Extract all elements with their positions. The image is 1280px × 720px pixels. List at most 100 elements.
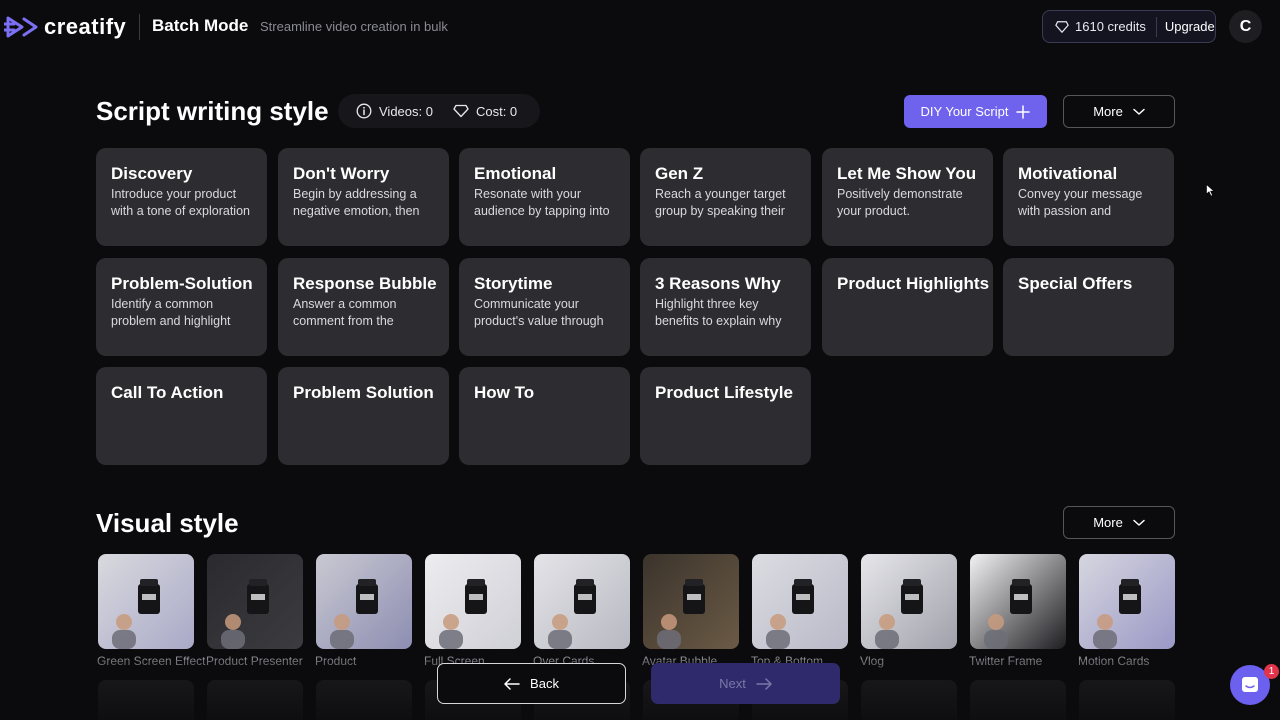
script-style-title: Special Offers — [1018, 274, 1133, 293]
brand-logo[interactable]: creatify — [4, 14, 126, 40]
script-style-card[interactable]: Storytime Communicate your product's valu… — [459, 258, 630, 356]
script-style-card[interactable]: Motivational Convey your message with pas… — [1003, 148, 1174, 246]
script-style-title: Product Lifestyle — [655, 383, 793, 402]
visual-style-thumbnail[interactable] — [98, 554, 194, 649]
script-style-card[interactable]: Product Lifestyle — [640, 367, 811, 465]
upgrade-button[interactable]: Upgrade — [1165, 19, 1215, 34]
page-title: Batch Mode — [152, 16, 249, 35]
videos-count: Videos: 0 — [379, 103, 433, 119]
visual-style-thumbnail[interactable] — [207, 554, 303, 649]
product-jar-icon — [439, 579, 487, 649]
script-style-card[interactable]: Call To Action — [96, 367, 267, 465]
script-style-description: Resonate with your audience by tapping i… — [474, 187, 610, 218]
visual-style-thumbnail[interactable] — [1079, 554, 1175, 649]
visual-style-thumbnail[interactable] — [425, 554, 521, 649]
product-jar-icon — [1093, 579, 1141, 649]
stats-pill: Videos: 0 Cost: 0 — [338, 94, 540, 128]
back-label: Back — [530, 676, 559, 691]
gem-icon — [1055, 20, 1069, 33]
videos-stat: Videos: 0 — [356, 103, 433, 119]
script-more-button[interactable]: More — [1063, 95, 1175, 128]
diy-script-button[interactable]: DIY Your Script — [904, 95, 1047, 128]
script-style-title: Storytime — [474, 274, 553, 293]
brand-name: creatify — [44, 14, 127, 39]
script-style-description: Communicate your product's value through — [474, 297, 604, 328]
product-jar-icon — [875, 579, 923, 649]
chat-notification-badge: 1 — [1264, 664, 1279, 679]
script-style-card[interactable]: Response Bubble Answer a common comment f… — [278, 258, 449, 356]
script-style-title: Let Me Show You — [837, 164, 977, 183]
arrow-left-icon — [504, 677, 520, 690]
script-style-title: Don't Worry — [293, 164, 390, 183]
script-style-card[interactable]: Problem-Solution Identify a common proble… — [96, 258, 267, 356]
product-jar-icon — [548, 579, 596, 649]
script-style-card[interactable]: 3 Reasons Why Highlight three key benefit… — [640, 258, 811, 356]
product-jar-icon — [657, 579, 705, 649]
script-style-title: Response Bubble — [293, 274, 437, 293]
script-style-description: Highlight three key benefits to explain … — [655, 297, 782, 328]
script-style-title: How To — [474, 383, 535, 402]
script-style-card[interactable]: Don't Worry Begin by addressing a negativ… — [278, 148, 449, 246]
page-subtitle: Streamline video creation in bulk — [260, 19, 448, 34]
script-style-description: Convey your message with passion and — [1018, 187, 1143, 218]
script-style-title: Emotional — [474, 164, 557, 183]
credits-count: 1610 credits — [1075, 19, 1146, 34]
arrow-right-icon — [756, 677, 772, 690]
script-style-title: Call To Action — [111, 383, 224, 402]
script-style-card[interactable]: Product Highlights — [822, 258, 993, 356]
visual-more-button[interactable]: More — [1063, 506, 1175, 539]
product-jar-icon — [221, 579, 269, 649]
gem-icon — [453, 104, 469, 118]
next-button[interactable]: Next — [651, 663, 840, 704]
script-style-title: Problem Solution — [293, 383, 434, 402]
visual-style-thumbnail[interactable] — [752, 554, 848, 649]
chevron-down-icon — [1133, 108, 1145, 115]
script-style-card[interactable]: Let Me Show You Positively demonstrate yo… — [822, 148, 993, 246]
info-icon — [356, 103, 372, 119]
creatify-logo-icon — [4, 16, 38, 38]
script-style-description: Answer a common comment from the — [293, 297, 397, 328]
credits-box: 1610 credits Upgrade — [1042, 10, 1216, 43]
visual-style-thumbnail[interactable] — [970, 554, 1066, 649]
user-avatar[interactable]: C — [1229, 10, 1262, 43]
visual-style-thumbnail[interactable] — [861, 554, 957, 649]
script-style-card[interactable]: Problem Solution — [278, 367, 449, 465]
script-style-title: Problem-Solution — [111, 274, 253, 293]
product-jar-icon — [112, 579, 160, 649]
more-label: More — [1093, 104, 1123, 119]
script-style-description: Positively demonstrate your product. — [837, 187, 963, 218]
more-label: More — [1093, 515, 1123, 530]
script-style-description: Begin by addressing a negative emotion, … — [293, 187, 420, 218]
script-style-card[interactable]: Discovery Introduce your product with a t… — [96, 148, 267, 246]
chevron-down-icon — [1133, 519, 1145, 526]
back-button[interactable]: Back — [437, 663, 626, 704]
visual-style-thumbnail[interactable] — [643, 554, 739, 649]
mouse-cursor-icon — [1206, 184, 1215, 197]
chat-icon — [1242, 677, 1258, 692]
cost-stat: Cost: 0 — [453, 103, 517, 119]
top-bar: creatify Batch Mode Streamline video cre… — [0, 0, 1280, 54]
script-style-title: Motivational — [1018, 164, 1118, 183]
cost-value: Cost: 0 — [475, 103, 518, 119]
visual-style-thumbnail[interactable] — [534, 554, 630, 649]
script-style-title: Product Highlights — [837, 274, 990, 293]
script-style-description: Identify a common problem and highlight — [111, 297, 231, 328]
next-label: Next — [719, 676, 746, 691]
script-style-title: Gen Z — [655, 164, 704, 183]
script-style-card[interactable]: How To — [459, 367, 630, 465]
visual-style-thumbnail[interactable] — [316, 554, 412, 649]
script-style-title: Discovery — [111, 164, 193, 183]
script-section-title: Script writing style — [96, 96, 329, 126]
product-jar-icon — [766, 579, 814, 649]
script-style-card[interactable]: Gen Z Reach a younger target group by spe… — [640, 148, 811, 246]
product-jar-icon — [984, 579, 1032, 649]
script-style-description: Introduce your product with a tone of ex… — [111, 187, 250, 218]
visual-section-title: Visual style — [96, 508, 239, 538]
bottom-fade — [0, 660, 1280, 720]
credits-divider — [1155, 16, 1157, 37]
script-style-title: 3 Reasons Why — [655, 274, 781, 293]
script-style-card[interactable]: Special Offers — [1003, 258, 1174, 356]
product-jar-icon — [330, 579, 378, 649]
script-style-description: Reach a younger target group by speaking… — [655, 187, 786, 218]
script-style-card[interactable]: Emotional Resonate with your audience by … — [459, 148, 630, 246]
